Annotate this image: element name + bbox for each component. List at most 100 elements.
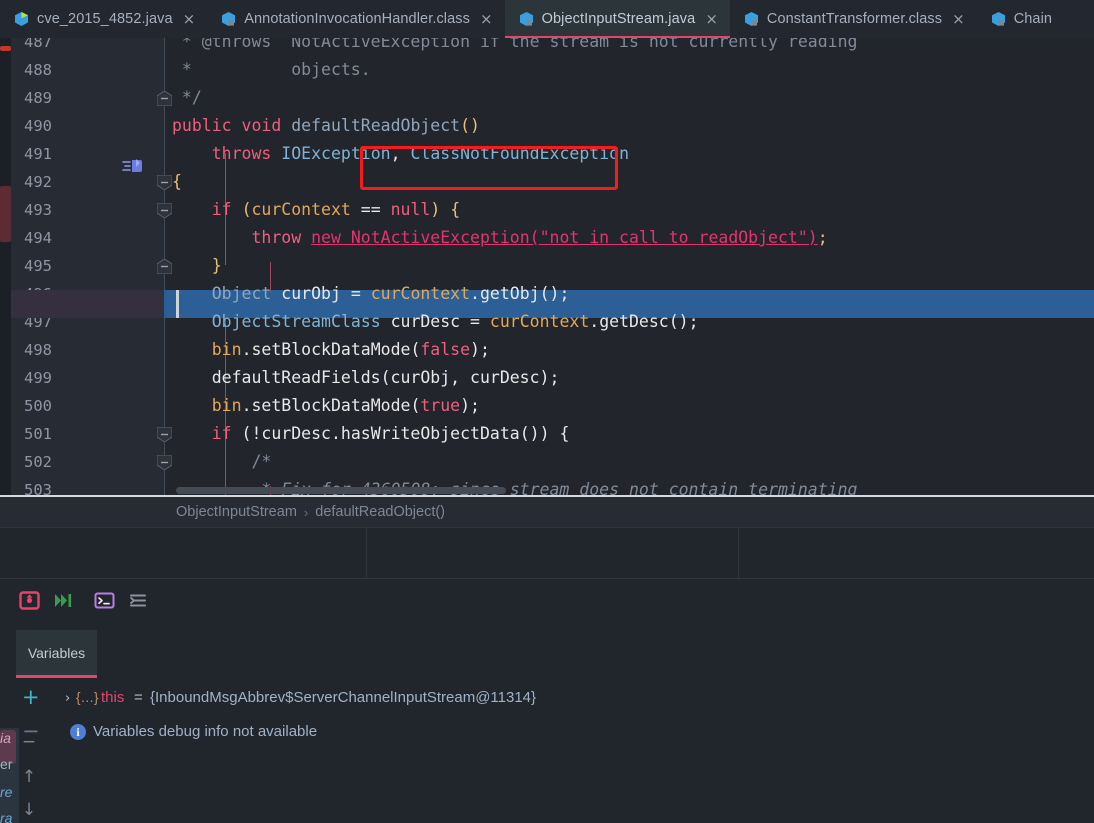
add-watch-button[interactable]: + xyxy=(22,687,40,708)
editor-horizontal-scrollbar[interactable] xyxy=(176,487,506,494)
code-line[interactable]: } xyxy=(172,252,1094,280)
editor-tab-annotationinvocationhandler-class[interactable]: AnnotationInvocationHandler.class × xyxy=(207,0,504,38)
line-number[interactable]: 494 xyxy=(0,224,52,252)
code-line[interactable]: bin.setBlockDataMode(false); xyxy=(172,336,1094,364)
java-class-file-icon xyxy=(991,11,1006,27)
panel-divider[interactable] xyxy=(366,528,367,580)
evaluate-expression-button[interactable] xyxy=(94,590,115,611)
java-class-file-icon xyxy=(519,11,534,27)
move-down-button[interactable]: ↓ xyxy=(18,799,40,821)
move-up-button[interactable]: ↑ xyxy=(18,766,40,788)
code-token: throw xyxy=(251,228,302,247)
code-line[interactable]: * @throws NotActiveException if the stre… xyxy=(172,38,1094,56)
close-icon[interactable]: × xyxy=(950,11,965,27)
close-icon[interactable]: × xyxy=(181,11,196,27)
code-token: public xyxy=(172,116,232,135)
collapse-button[interactable]: − xyxy=(18,731,40,753)
editor-tab-objectinputstream-java[interactable]: ObjectInputStream.java × xyxy=(504,0,731,38)
code-token: .setBlockDataMode( xyxy=(241,396,421,415)
code-folding-marker[interactable] xyxy=(157,91,172,106)
line-number[interactable]: 495 xyxy=(0,252,52,280)
ide-window: cve_2015_4852.java × AnnotationInvocationH… xyxy=(0,0,1094,823)
code-line[interactable]: * objects. xyxy=(172,56,1094,84)
code-editor[interactable]: 4874884894904914924934944954964974984995… xyxy=(0,38,1094,495)
editor-tab-bar: cve_2015_4852.java × AnnotationInvocationH… xyxy=(0,0,1094,38)
line-number[interactable]: 500 xyxy=(0,392,52,420)
popup-text-fragment: re xyxy=(0,784,13,800)
code-folding-marker[interactable] xyxy=(157,175,172,190)
line-number[interactable]: 492 xyxy=(0,168,52,196)
tab-variables[interactable]: Variables xyxy=(16,630,97,678)
code-line[interactable]: Object curObj = curContext.getObj(); xyxy=(172,280,1094,308)
close-icon[interactable]: × xyxy=(703,11,718,27)
code-token: null xyxy=(390,200,431,219)
line-number[interactable]: 502 xyxy=(0,448,52,476)
run-to-cursor-button[interactable] xyxy=(53,590,74,611)
code-folding-marker[interactable] xyxy=(157,259,172,274)
editor-tab-label: ConstantTransformer.class xyxy=(766,11,943,27)
editor-tab-label: AnnotationInvocationHandler.class xyxy=(244,11,470,27)
java-class-file-icon xyxy=(221,11,236,27)
line-number[interactable]: 491 xyxy=(0,140,52,168)
line-number[interactable]: 498 xyxy=(0,336,52,364)
run-to-cursor-gutter-icon[interactable] xyxy=(122,156,146,176)
code-token: */ xyxy=(172,88,202,107)
popup-text-fragment: er xyxy=(0,756,13,772)
code-line[interactable]: */ xyxy=(172,84,1094,112)
line-number[interactable]: 488 xyxy=(0,56,52,84)
code-line[interactable]: { xyxy=(172,168,1094,196)
code-token: * @throws NotActiveException if the stre… xyxy=(172,38,858,51)
line-number[interactable]: 490 xyxy=(0,112,52,140)
tab-variables-label: Variables xyxy=(27,644,86,661)
variables-info-message: Variables debug info not available xyxy=(93,723,318,740)
code-line[interactable]: throws IOException, ClassNotFoundExcepti… xyxy=(172,140,1094,168)
code-token: defaultReadFields(curObj, curDesc); xyxy=(172,368,560,387)
code-line[interactable]: if (!curDesc.hasWriteObjectData()) { xyxy=(172,420,1094,448)
code-line[interactable]: if (curContext == null) { xyxy=(172,196,1094,224)
line-number[interactable]: 501 xyxy=(0,420,52,448)
variable-row-this[interactable]: + › {…} this = {InboundMsgAbbrev$ServerC… xyxy=(0,683,1094,713)
code-token: () xyxy=(460,116,480,135)
line-number[interactable]: 499 xyxy=(0,364,52,392)
code-token: Object xyxy=(211,284,272,303)
code-token: .setBlockDataMode( xyxy=(241,340,421,359)
partially-hidden-popup[interactable]: ia er re ra xyxy=(0,728,19,823)
breadcrumb-item-class[interactable]: ObjectInputStream xyxy=(176,504,297,520)
threads-list-button[interactable] xyxy=(128,590,149,611)
code-token: ObjectStreamClass xyxy=(211,312,381,331)
editor-tab-cve-2015-4852-java[interactable]: cve_2015_4852.java × xyxy=(0,0,207,38)
code-folding-marker[interactable] xyxy=(157,455,172,470)
code-line[interactable]: /* xyxy=(172,448,1094,476)
code-line[interactable]: public void defaultReadObject() xyxy=(172,112,1094,140)
line-number[interactable]: 489 xyxy=(0,84,52,112)
editor-tab-chain[interactable]: Chain xyxy=(977,0,1064,38)
force-step-into-button[interactable] xyxy=(19,590,40,611)
variables-panel: Variables + › {…} this = {InboundMsgAbbr… xyxy=(0,621,1094,823)
breadcrumb-item-method[interactable]: defaultReadObject() xyxy=(315,504,445,520)
editor-gutter[interactable]: 4874884894904914924934944954964974984995… xyxy=(11,38,164,495)
code-token: curDesc = xyxy=(380,312,490,331)
close-icon[interactable]: × xyxy=(478,11,493,27)
code-line[interactable]: throw new NotActiveException("not in cal… xyxy=(172,224,1094,252)
code-token: if xyxy=(211,200,232,219)
line-number[interactable]: 487 xyxy=(0,38,52,56)
editor-tab-constanttransformer-class[interactable]: ConstantTransformer.class × xyxy=(730,0,977,38)
line-number[interactable]: 493 xyxy=(0,196,52,224)
code-token: curContext xyxy=(489,312,590,331)
code-token: * objects. xyxy=(172,60,371,79)
code-token: ( xyxy=(241,200,252,219)
code-folding-marker[interactable] xyxy=(157,427,172,442)
line-number[interactable]: 503 xyxy=(0,476,52,495)
code-line[interactable]: bin.setBlockDataMode(true); xyxy=(172,392,1094,420)
code-folding-marker[interactable] xyxy=(157,203,172,218)
code-line[interactable]: defaultReadFields(curObj, curDesc); xyxy=(172,364,1094,392)
code-token: ClassNotFoundException xyxy=(410,144,629,163)
panel-divider[interactable] xyxy=(738,528,739,580)
code-line[interactable]: ObjectStreamClass curDesc = curContext.g… xyxy=(172,308,1094,336)
code-lines[interactable]: * @throws NotActiveException if the stre… xyxy=(172,38,1094,495)
chevron-right-icon[interactable]: › xyxy=(65,691,70,706)
